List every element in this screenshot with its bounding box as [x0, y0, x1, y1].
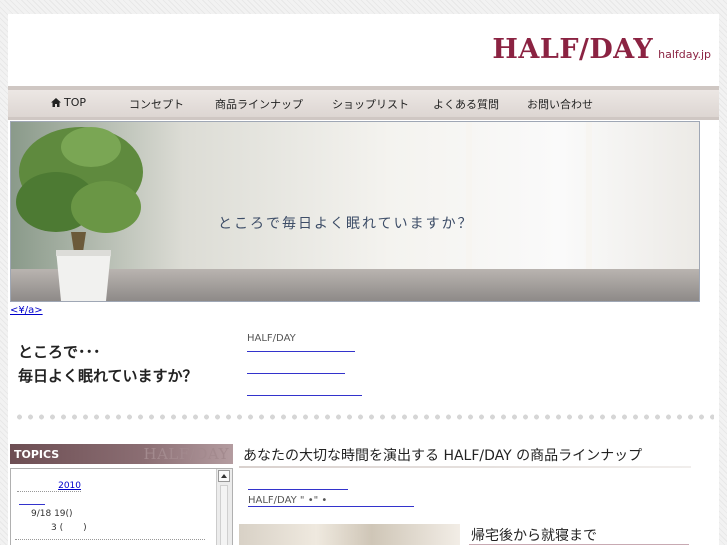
- topics-entry-date[interactable]: 9/18 19(): [31, 509, 73, 519]
- dotted-divider: [14, 413, 714, 421]
- intro-link[interactable]: [247, 377, 362, 396]
- page: HALF/DAY halfday.jp TOP コンセプト 商品ラインナップ シ…: [8, 14, 719, 545]
- intro-heading: ところで･･･ 毎日よく眠れていますか？: [18, 340, 198, 388]
- topics-header: TOPICS HALF/DAY: [10, 444, 233, 464]
- nav-item-label: TOP: [64, 96, 87, 109]
- hero-banner[interactable]: ところで毎日よく眠れていますか？: [10, 121, 700, 302]
- nav-item-faq[interactable]: よくある質問: [433, 96, 499, 112]
- topics-year[interactable]: 2010: [17, 481, 81, 492]
- main-nav: TOP コンセプト 商品ラインナップ ショップリスト よくある質問 お問い合わせ: [8, 86, 719, 120]
- topics-label: TOPICS: [14, 448, 60, 461]
- scroll-up-icon[interactable]: [218, 470, 230, 482]
- lineup-title: あなたの大切な時間を演出する HALF/DAY の商品ラインナップ: [243, 448, 643, 464]
- intro-link[interactable]: [247, 355, 345, 374]
- intro-line: ところで･･･: [18, 343, 101, 361]
- nav-item-contact[interactable]: お問い合わせ: [527, 96, 593, 112]
- window-frame: [466, 122, 592, 272]
- topics-scrollbar[interactable]: [216, 469, 232, 545]
- intro-line: 毎日よく眠れていますか？: [18, 367, 198, 385]
- product-image[interactable]: [239, 524, 460, 545]
- hero-link[interactable]: <¥/a>: [10, 305, 43, 316]
- intro-link-halfday[interactable]: HALF/DAY: [247, 333, 355, 352]
- hero-caption: ところで毎日よく眠れていますか？: [218, 216, 474, 232]
- scroll-track[interactable]: [220, 485, 228, 545]
- logo-wordmark: HALF/DAY: [492, 34, 654, 65]
- lineup-link-halfday[interactable]: HALF/DAY " •" •: [248, 495, 414, 507]
- topics-link[interactable]: [19, 503, 45, 505]
- topics-panel[interactable]: 2010 9/18 19() 3 (): [10, 468, 233, 545]
- site-logo[interactable]: HALF/DAY halfday.jp: [492, 34, 711, 65]
- plant-image: [16, 127, 143, 301]
- logo-domain: halfday.jp: [658, 48, 711, 61]
- product-heading: 帰宅後から就寝まで: [471, 528, 597, 544]
- nav-item-concept[interactable]: コンセプト: [129, 96, 184, 112]
- nav-item-shoplist[interactable]: ショップリスト: [332, 96, 409, 112]
- window-frame: [586, 122, 699, 272]
- topics-brand: HALF/DAY: [143, 445, 229, 463]
- topics-entry-sub: 3 (): [51, 523, 87, 533]
- intro-links: HALF/DAY: [247, 333, 367, 399]
- lineup-divider: [239, 466, 691, 468]
- nav-item-top[interactable]: TOP: [51, 96, 86, 109]
- topics-separator: [15, 539, 205, 540]
- lineup-link[interactable]: [248, 477, 348, 490]
- home-icon: [51, 98, 61, 107]
- nav-item-lineup[interactable]: 商品ラインナップ: [215, 96, 303, 112]
